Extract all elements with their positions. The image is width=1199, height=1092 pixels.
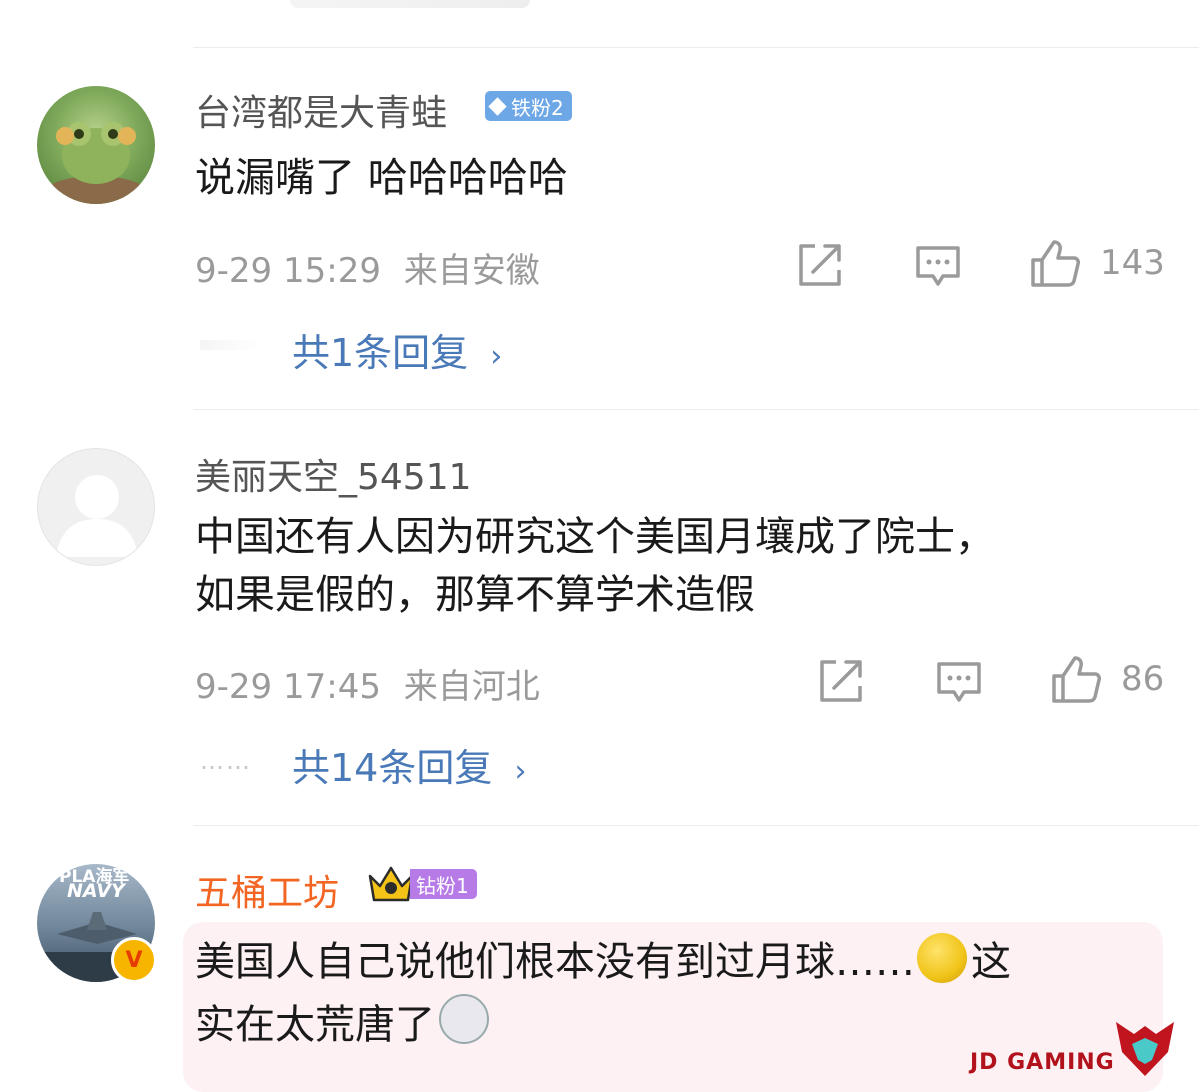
verified-badge: V	[111, 937, 157, 983]
comment-meta: 9-29 15:29 来自安徽	[195, 243, 540, 292]
comment-meta: 9-29 17:45 来自河北	[195, 659, 540, 708]
avatar[interactable]	[37, 86, 155, 204]
doge-emoji-icon	[439, 994, 489, 1044]
comment-location: 来自安徽	[403, 251, 540, 291]
like-icon[interactable]	[1051, 654, 1101, 704]
comment-text-line2: 如果是假的，那算不算学术造假	[195, 572, 755, 618]
username[interactable]: 美丽天空_54511	[195, 448, 472, 500]
comment-time: 9-29 15:29	[195, 251, 381, 291]
jdg-logo-icon	[1116, 1022, 1174, 1076]
comment-text: 说漏嘴了 哈哈哈哈哈	[195, 155, 568, 201]
comment-icon[interactable]	[915, 244, 961, 288]
repost-icon[interactable]	[797, 242, 843, 288]
like-icon[interactable]	[1030, 238, 1080, 288]
chevron-right-icon: ›	[514, 754, 527, 789]
fan-level-badge: 铁粉2	[485, 91, 572, 121]
chevron-right-icon: ›	[490, 339, 503, 374]
username[interactable]: 五桶工坊	[195, 864, 339, 916]
comment-location: 来自河北	[403, 667, 540, 707]
view-replies-link[interactable]: 共14条回复 ›	[292, 737, 526, 792]
like-count: 86	[1121, 659, 1165, 699]
view-replies-link[interactable]: 共1条回复 ›	[292, 322, 502, 377]
divider	[193, 409, 1199, 410]
avatar-text: NAVY	[67, 880, 125, 902]
divider	[193, 825, 1199, 826]
fan-level-badge: 钻粉1	[410, 869, 477, 899]
crown-icon	[368, 866, 414, 902]
comment-text-line1: 中国还有人因为研究这个美国月壤成了院士，	[195, 514, 995, 560]
reply-fade	[200, 340, 260, 350]
avatar[interactable]	[37, 448, 155, 566]
watermark-text: JD GAMING	[970, 1050, 1115, 1075]
repost-icon[interactable]	[818, 658, 864, 704]
comment-text-line2: 实在太荒唐了	[195, 994, 489, 1055]
username[interactable]: 台湾都是大青蛙	[195, 84, 447, 136]
previous-comment-fragment	[290, 0, 530, 8]
diamond-icon	[488, 96, 507, 116]
comment-text-line1: 美国人自己说他们根本没有到过月球…… 这	[195, 932, 1011, 992]
moon-emoji-icon	[917, 933, 967, 983]
like-count: 143	[1100, 243, 1165, 283]
reply-indent-dots: ……	[200, 747, 252, 775]
comment-time: 9-29 17:45	[195, 667, 381, 707]
comment-icon[interactable]	[936, 660, 982, 704]
divider	[193, 47, 1199, 48]
